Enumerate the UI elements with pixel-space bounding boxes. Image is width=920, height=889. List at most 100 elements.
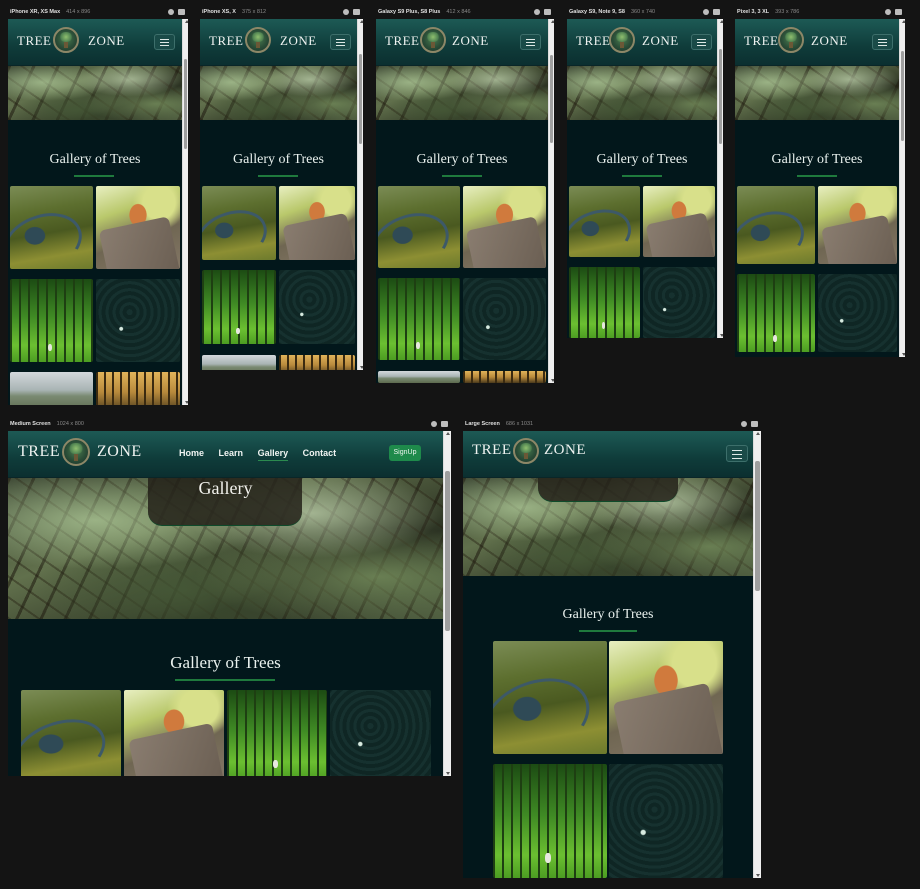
- brand-right[interactable]: ZONE: [280, 33, 317, 49]
- gallery-image-river-valley[interactable]: [10, 186, 93, 269]
- gallery-image-green-forest[interactable]: [569, 267, 640, 338]
- gear-icon[interactable]: [431, 421, 437, 427]
- gallery-image-golden-trees[interactable]: [279, 355, 355, 370]
- nav-link-learn[interactable]: Learn: [219, 448, 244, 458]
- device-screen: TREE ZONE Gallery of Trees: [735, 19, 905, 357]
- scrollbar[interactable]: [182, 19, 188, 405]
- hamburger-icon[interactable]: [330, 34, 351, 50]
- camera-icon[interactable]: [895, 9, 902, 15]
- hero-image: [463, 478, 753, 576]
- hamburger-icon[interactable]: [726, 445, 748, 462]
- brand-left[interactable]: TREE: [744, 33, 779, 49]
- brand-left[interactable]: TREE: [472, 442, 512, 459]
- gear-icon[interactable]: [703, 9, 709, 15]
- gallery-image-river-valley[interactable]: [202, 186, 276, 260]
- brand-left[interactable]: TREE: [17, 33, 52, 49]
- gear-icon[interactable]: [168, 9, 174, 15]
- camera-icon[interactable]: [353, 9, 360, 15]
- scrollbar[interactable]: [443, 431, 451, 776]
- tree-logo-icon[interactable]: [245, 27, 271, 53]
- gallery-image-squirrel[interactable]: [463, 186, 546, 268]
- scrollbar[interactable]: [357, 19, 363, 370]
- gallery-image-dark-pines[interactable]: [463, 278, 546, 360]
- gallery-image-river-valley[interactable]: [493, 641, 607, 754]
- gallery-image-green-forest[interactable]: [737, 274, 815, 352]
- brand-left[interactable]: TREE: [385, 33, 420, 49]
- site-viewport: TREE ZONE Gallery of Trees: [200, 19, 357, 370]
- gallery-image-dark-pines[interactable]: [279, 270, 355, 344]
- device-name: Galaxy S9 Plus, S8 Plus: [378, 9, 441, 15]
- gallery-heading: Gallery of Trees: [170, 653, 281, 672]
- gallery-image-squirrel[interactable]: [609, 641, 723, 754]
- gallery-image-squirrel[interactable]: [818, 186, 897, 264]
- site-viewport: TREE ZONE Gallery of Trees: [735, 19, 899, 357]
- gallery-image-dark-pines[interactable]: [330, 690, 431, 776]
- device-header: iPhone XS, X 375 x 812: [200, 5, 363, 19]
- brand-right[interactable]: ZONE: [642, 33, 679, 49]
- tree-logo-icon[interactable]: [62, 438, 90, 466]
- gallery-image-dark-pines[interactable]: [643, 267, 715, 338]
- camera-icon[interactable]: [751, 421, 758, 427]
- scrollbar[interactable]: [548, 19, 554, 383]
- gear-icon[interactable]: [343, 9, 349, 15]
- scrollbar[interactable]: [753, 431, 761, 878]
- gallery-image-green-forest[interactable]: [378, 278, 460, 360]
- gallery-heading: Gallery of Trees: [49, 152, 141, 167]
- gallery-image-green-forest[interactable]: [227, 690, 327, 776]
- hamburger-icon[interactable]: [154, 34, 175, 50]
- gallery-image-misty-landscape[interactable]: [202, 355, 276, 370]
- hamburger-icon[interactable]: [872, 34, 893, 50]
- signup-button[interactable]: SignUp: [389, 445, 421, 461]
- nav-link-gallery[interactable]: Gallery: [257, 448, 289, 461]
- hero-image: [200, 66, 357, 120]
- gallery-image-dark-pines[interactable]: [818, 274, 897, 352]
- brand-left[interactable]: TREE: [576, 33, 611, 49]
- tree-logo-icon[interactable]: [53, 27, 79, 53]
- scrollbar[interactable]: [899, 19, 905, 357]
- gallery-image-squirrel[interactable]: [279, 186, 355, 260]
- gallery-image-misty-landscape[interactable]: [378, 371, 460, 383]
- gallery-image-river-valley[interactable]: [569, 186, 640, 257]
- nav-link-home[interactable]: Home: [179, 448, 204, 458]
- gallery-image-misty-landscape[interactable]: [10, 372, 93, 405]
- gallery-image-river-valley[interactable]: [737, 186, 815, 264]
- gallery-image-river-valley[interactable]: [21, 690, 121, 776]
- device-dims: 1024 x 800: [56, 421, 84, 427]
- gallery-image-green-forest[interactable]: [493, 764, 607, 878]
- brand-right[interactable]: ZONE: [88, 33, 125, 49]
- gallery-image-dark-pines[interactable]: [609, 764, 723, 878]
- brand-right[interactable]: ZONE: [811, 33, 848, 49]
- gallery-image-green-forest[interactable]: [10, 279, 93, 362]
- tree-logo-icon[interactable]: [778, 27, 804, 53]
- brand-right[interactable]: ZONE: [544, 442, 586, 459]
- scrollbar[interactable]: [717, 19, 723, 338]
- gallery-image-golden-trees[interactable]: [96, 372, 180, 405]
- gear-icon[interactable]: [885, 9, 891, 15]
- brand-right[interactable]: ZONE: [452, 33, 489, 49]
- gallery-image-squirrel[interactable]: [124, 690, 224, 776]
- gallery-image-river-valley[interactable]: [378, 186, 460, 268]
- device-name: iPhone XR, XS Max: [10, 9, 61, 15]
- navbar: TREE ZONE Home Learn Gallery Contact Sig…: [8, 431, 443, 478]
- camera-icon[interactable]: [544, 9, 551, 15]
- gallery-image-golden-trees[interactable]: [463, 371, 546, 383]
- gallery-image-squirrel[interactable]: [96, 186, 180, 269]
- tree-logo-icon[interactable]: [420, 27, 446, 53]
- brand-left[interactable]: TREE: [209, 33, 244, 49]
- gear-icon[interactable]: [741, 421, 747, 427]
- camera-icon[interactable]: [441, 421, 448, 427]
- brand-right[interactable]: ZONE: [97, 443, 142, 461]
- hamburger-icon[interactable]: [691, 34, 712, 50]
- gear-icon[interactable]: [534, 9, 540, 15]
- gallery-image-green-forest[interactable]: [202, 270, 276, 344]
- site-viewport: TREE ZONE Gallery of Trees: [8, 19, 182, 405]
- hamburger-icon[interactable]: [520, 34, 541, 50]
- camera-icon[interactable]: [178, 9, 185, 15]
- tree-logo-icon[interactable]: [609, 27, 635, 53]
- gallery-image-dark-pines[interactable]: [96, 279, 180, 362]
- brand-left[interactable]: TREE: [18, 443, 60, 461]
- tree-logo-icon[interactable]: [513, 438, 539, 464]
- gallery-image-squirrel[interactable]: [643, 186, 715, 257]
- nav-link-contact[interactable]: Contact: [303, 448, 337, 458]
- camera-icon[interactable]: [713, 9, 720, 15]
